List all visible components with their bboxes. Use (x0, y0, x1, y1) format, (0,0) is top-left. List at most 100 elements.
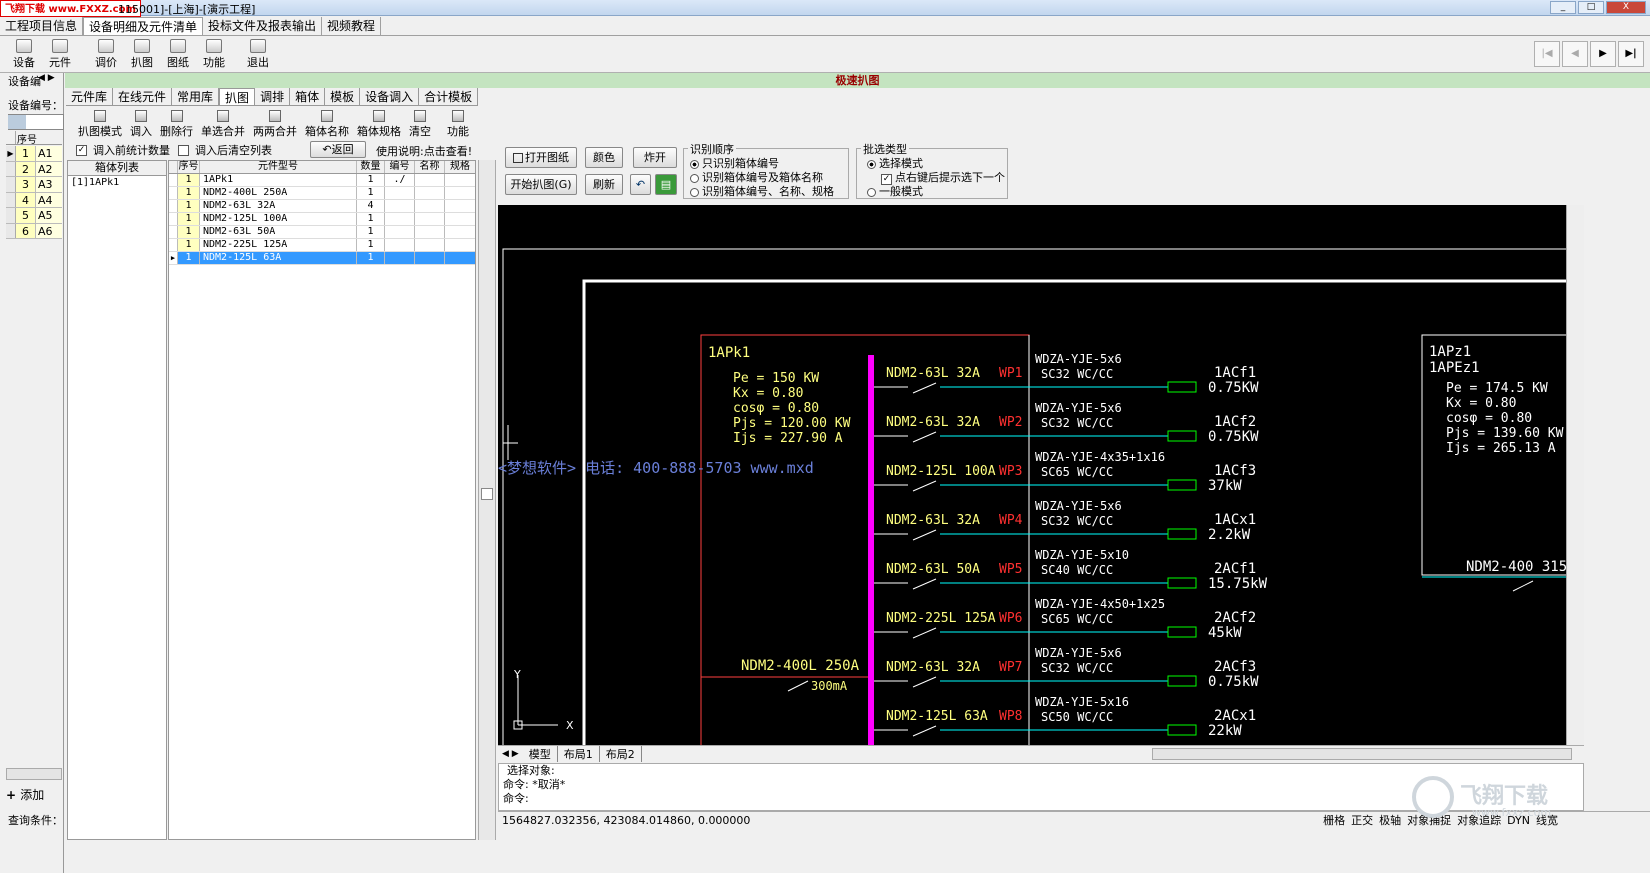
table-row[interactable]: 1 NDM2-225L 125A 1 (169, 239, 475, 252)
book-icon[interactable]: ▤ (655, 174, 677, 195)
tab-equipment-list[interactable]: 设备明细及元件清单 (83, 17, 204, 35)
table-row[interactable]: 5 A5 (6, 208, 62, 224)
main-switch-symbol (787, 680, 809, 692)
toggle-grid[interactable]: 栅格 (1323, 813, 1345, 828)
component-grid: 序号 元件型号 数量 编号 名称 规格 1 1APk1 1 ./ 1 NDM2-400L… (168, 160, 476, 840)
tab-equipment-import[interactable]: 设备调入 (360, 88, 420, 105)
open-drawing-button[interactable]: 打开图纸 (505, 147, 577, 168)
plus-icon: + (6, 788, 21, 802)
tab-common-library[interactable]: 常用库 (172, 88, 220, 105)
pair-merge-icon (269, 110, 281, 122)
table-row[interactable]: 1 NDM2-400L 250A 1 (169, 187, 475, 200)
box-name-button[interactable]: 箱体名称 (301, 110, 353, 139)
table-row[interactable]: 6 A6 (6, 223, 62, 239)
start-capture-button[interactable]: 开始扒图(G) (505, 174, 577, 195)
table-row[interactable]: 1 NDM2-63L 32A 4 (169, 200, 475, 213)
equipment-button[interactable]: 设备 (6, 39, 42, 70)
tab-online-components[interactable]: 在线元件 (113, 88, 173, 105)
circuit-breaker-label: NDM2-63L 32A (886, 660, 980, 675)
layout-tabs: ◀ ▶ 模型 布局1 布局2 (498, 745, 1584, 762)
box-spec-button[interactable]: 箱体规格 (353, 110, 405, 139)
general-mode-option[interactable]: 一般模式 (867, 183, 923, 199)
tab-box[interactable]: 箱体 (290, 88, 326, 105)
clear-after-import-checkbox[interactable] (178, 144, 189, 156)
back-button[interactable]: ↶返回 (310, 141, 366, 158)
order-option-3[interactable]: 识别箱体编号、名称、规格 (690, 183, 834, 199)
canvas-hscroll[interactable] (1151, 748, 1572, 760)
grid-toggle-icon[interactable] (8, 115, 26, 129)
table-row[interactable]: 1 1APk1 1 ./ (169, 174, 475, 187)
outer-frame (502, 248, 1566, 745)
close-button[interactable]: X (1606, 1, 1646, 14)
capture-icon (134, 39, 150, 53)
param-text: cosφ = 0.80 (1446, 411, 1532, 426)
color-button[interactable]: 颜色 (585, 147, 623, 168)
list-item[interactable]: [1]1APk1 (68, 176, 166, 189)
table-row[interactable]: 1 NDM2-63L 50A 1 (169, 226, 475, 239)
left-tab-scroll[interactable]: ◀ ▶ (38, 73, 55, 83)
tab-template[interactable]: 模板 (325, 88, 361, 105)
table-row[interactable]: ▶ 1 A1 (6, 146, 62, 162)
single-merge-button[interactable]: 单选合并 (197, 110, 249, 139)
panel-params: Pe = 150 KW Kx = 0.80 cosφ = 0.80 Pjs = … (733, 371, 851, 446)
delete-row-button[interactable]: 删除行 (156, 110, 197, 139)
table-row[interactable]: 3 A3 (6, 177, 62, 193)
toggle-polar[interactable]: 极轴 (1379, 813, 1401, 828)
tab-model[interactable]: 模型 (523, 746, 558, 762)
load-power-label: 45kW (1208, 625, 1242, 641)
left-tab-label[interactable]: 设备编 (8, 73, 41, 89)
window-controls: _ □ X (1550, 1, 1646, 14)
right-switch-symbol (1512, 580, 1534, 592)
refresh-button[interactable]: 刷新 (585, 174, 623, 195)
prev-record-button[interactable]: ◀ (1562, 41, 1588, 67)
drawing-button[interactable]: 图纸 (160, 39, 196, 70)
component-button[interactable]: 元件 (42, 39, 78, 70)
tab-project-info[interactable]: 工程项目信息 (0, 17, 84, 35)
pair-merge-button[interactable]: 两两合并 (249, 110, 301, 139)
canvas-vscroll[interactable] (1566, 205, 1584, 745)
tab-arrange[interactable]: 调排 (255, 88, 291, 105)
add-button[interactable]: + 添加 (6, 786, 44, 803)
tab-capture[interactable]: 扒图 (219, 88, 256, 105)
right-panel-params: Pe = 174.5 KW Kx = 0.80 cosφ = 0.80 Pjs … (1446, 381, 1564, 456)
left-hscroll[interactable] (6, 768, 62, 780)
capture-function-button[interactable]: 功能 (443, 110, 473, 139)
table-row-selected[interactable]: ▶ 1 NDM2-125L 63A 1 (169, 252, 475, 265)
next-record-button[interactable]: ▶ (1590, 41, 1616, 67)
tab-total-template[interactable]: 合计模板 (419, 88, 479, 105)
tab-video-tutorial[interactable]: 视频教程 (322, 17, 382, 35)
tab-bid-output[interactable]: 投标文件及报表输出 (203, 17, 323, 35)
exit-icon (250, 39, 266, 53)
clear-button[interactable]: 清空 (405, 110, 435, 139)
count-before-import-checkbox[interactable]: ✓ (76, 144, 87, 156)
minimize-button[interactable]: _ (1550, 1, 1576, 14)
splitter-thumb[interactable] (481, 488, 493, 500)
usage-hint-link[interactable]: 使用说明:点击查看! (376, 143, 472, 159)
cad-canvas[interactable]: 1APk1 Pe = 150 KW Kx = 0.80 cosφ = 0.80 … (498, 205, 1566, 745)
layout-scroll-icon[interactable]: ◀ ▶ (498, 749, 523, 759)
param-text: Pjs = 120.00 KW (733, 416, 851, 431)
splitter[interactable] (478, 160, 496, 840)
table-row[interactable]: 4 A4 (6, 192, 62, 208)
explode-button[interactable]: 炸开 (633, 147, 677, 168)
exit-button[interactable]: 退出 (240, 39, 276, 70)
circuit-code-label: WP2 (999, 415, 1022, 430)
right-panel-name: 1APEz1 (1429, 360, 1480, 376)
first-record-button[interactable]: |◀ (1534, 41, 1560, 67)
toggle-ortho[interactable]: 正交 (1351, 813, 1373, 828)
price-adjust-button[interactable]: 调价 (88, 39, 124, 70)
tab-layout2[interactable]: 布局2 (600, 746, 642, 762)
last-record-button[interactable]: ▶| (1618, 41, 1644, 67)
tab-component-library[interactable]: 元件库 (66, 88, 114, 105)
import-button[interactable]: 调入 (126, 110, 156, 139)
undo-icon[interactable]: ↶ (630, 174, 651, 195)
capture-mode-button[interactable]: 扒图模式 (74, 110, 126, 139)
table-row[interactable]: 1 NDM2-125L 100A 1 (169, 213, 475, 226)
mode-icon (94, 110, 106, 122)
tab-layout1[interactable]: 布局1 (558, 746, 600, 762)
load-name-label: 1ACf2 (1214, 414, 1256, 430)
table-row[interactable]: 2 A2 (6, 161, 62, 177)
function-button[interactable]: 功能 (196, 39, 232, 70)
capture-drawing-button[interactable]: 扒图 (124, 39, 160, 70)
maximize-button[interactable]: □ (1578, 1, 1604, 14)
